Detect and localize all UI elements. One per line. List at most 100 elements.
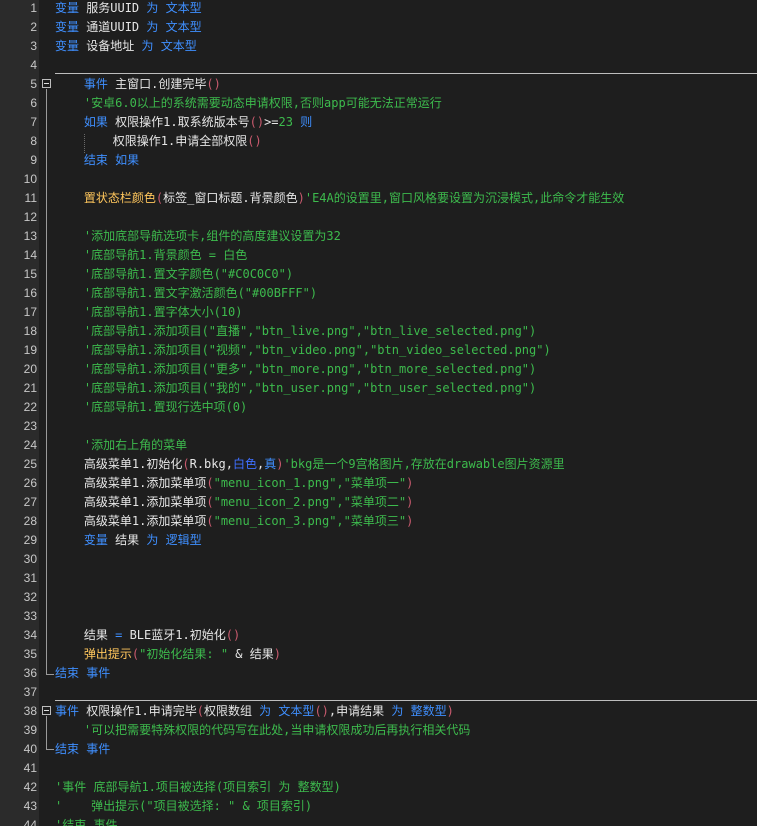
- code-token: '事件 底部导航1.项目被选择(项目索引 为 整数型): [55, 780, 341, 794]
- fold-toggle-icon[interactable]: [42, 79, 51, 88]
- code-token: '底部导航1.背景颜色 = 白色: [83, 248, 248, 262]
- code-line[interactable]: 26 高级菜单1.添加菜单项("menu_icon_1.png","菜单项一"): [0, 474, 757, 493]
- line-number: 18: [23, 324, 37, 338]
- code-line[interactable]: 32: [0, 588, 757, 607]
- code-line[interactable]: 43 ' 弹出提示("项目被选择: " & 项目索引): [0, 797, 757, 816]
- code-line[interactable]: 13 '添加底部导航选项卡,组件的高度建议设置为32: [0, 227, 757, 246]
- code-token: 高级菜单1.添加菜单项: [55, 495, 207, 509]
- code-line[interactable]: 29 变量 结果 为 逻辑型: [0, 531, 757, 550]
- code-line[interactable]: 9 结束 如果: [0, 151, 757, 170]
- code-line[interactable]: 16 '底部导航1.置文字激活颜色("#00BFFF"): [0, 284, 757, 303]
- code-line[interactable]: 21 '底部导航1.添加项目("我的","btn_user.png","btn_…: [0, 379, 757, 398]
- code-token: 为: [146, 1, 159, 15]
- code-text: 权限操作1.申请全部权限(): [55, 132, 262, 151]
- code-line[interactable]: 34 结果 = BLE蓝牙1.初始化(): [0, 626, 757, 645]
- code-token: '可以把需要特殊权限的代码写在此处,当申请权限成功后再执行相关代码: [83, 723, 471, 737]
- line-number: 33: [23, 609, 37, 623]
- code-line[interactable]: 38 事件 权限操作1.申请完毕(权限数组 为 文本型(),申请结果 为 整数型): [0, 702, 757, 721]
- code-text: 高级菜单1.添加菜单项("menu_icon_3.png","菜单项三"): [55, 512, 413, 531]
- code-token: 权限数组: [203, 704, 260, 718]
- fold-end-marker: [46, 674, 54, 675]
- code-line[interactable]: 18 '底部导航1.添加项目("直播","btn_live.png","btn_…: [0, 322, 757, 341]
- code-token: 变量: [55, 20, 80, 34]
- code-line[interactable]: 6 '安卓6.0以上的系统需要动态申请权限,否则app可能无法正常运行: [0, 94, 757, 113]
- code-text: 如果 权限操作1.取系统版本号()>=23 则: [55, 113, 312, 132]
- code-text: '底部导航1.背景颜色 = 白色: [55, 246, 247, 265]
- line-number: 5: [30, 77, 37, 91]
- code-token: (: [182, 457, 190, 471]
- code-token: 'E4A的设置里,窗口风格要设置为沉浸模式,此命令才能生效: [304, 191, 625, 205]
- code-text: '安卓6.0以上的系统需要动态申请权限,否则app可能无法正常运行: [55, 94, 442, 113]
- code-token: '底部导航1.添加项目("更多","btn_more.png","btn_mor…: [83, 362, 537, 376]
- code-line[interactable]: 33: [0, 607, 757, 626]
- code-token: (: [206, 495, 214, 509]
- code-token: '底部导航1.添加项目("视频","btn_video.png","btn_vi…: [83, 343, 551, 357]
- line-number: 41: [23, 761, 37, 775]
- code-line[interactable]: 30: [0, 550, 757, 569]
- line-number: 32: [23, 590, 37, 604]
- line-number: 14: [23, 248, 37, 262]
- code-line[interactable]: 11 置状态栏颜色(标签_窗口标题.背景颜色)'E4A的设置里,窗口风格要设置为…: [0, 189, 757, 208]
- code-line[interactable]: 44 '结束 事件: [0, 816, 757, 826]
- code-line[interactable]: 42 '事件 底部导航1.项目被选择(项目索引 为 整数型): [0, 778, 757, 797]
- code-token: '添加底部导航选项卡,组件的高度建议设置为32: [83, 229, 341, 243]
- code-line[interactable]: 40 结束 事件: [0, 740, 757, 759]
- line-number: 4: [30, 58, 37, 72]
- code-token: 为: [391, 704, 404, 718]
- line-number: 8: [30, 134, 37, 148]
- code-line[interactable]: 24 '添加右上角的菜单: [0, 436, 757, 455]
- code-line[interactable]: 20 '底部导航1.添加项目("更多","btn_more.png","btn_…: [0, 360, 757, 379]
- code-token: '底部导航1.置文字颜色("#C0C0C0"): [83, 267, 294, 281]
- code-text: '底部导航1.置现行选中项(0): [55, 398, 247, 417]
- code-line[interactable]: 10: [0, 170, 757, 189]
- code-text: 弹出提示("初始化结果: " & 结果): [55, 645, 281, 664]
- code-line[interactable]: 35 弹出提示("初始化结果: " & 结果): [0, 645, 757, 664]
- code-line[interactable]: 17 '底部导航1.置字体大小(10): [0, 303, 757, 322]
- code-token: 主窗口.创建完毕: [107, 77, 207, 91]
- code-token: 结束 事件: [55, 742, 111, 756]
- code-line[interactable]: 14 '底部导航1.背景颜色 = 白色: [0, 246, 757, 265]
- line-number: 30: [23, 552, 37, 566]
- code-line[interactable]: 1 变量 服务UUID 为 文本型: [0, 0, 757, 18]
- code-line[interactable]: 22 '底部导航1.置现行选中项(0): [0, 398, 757, 417]
- code-text: '底部导航1.置字体大小(10): [55, 303, 243, 322]
- fold-toggle-icon[interactable]: [42, 706, 51, 715]
- code-editor[interactable]: 1 变量 服务UUID 为 文本型 2 变量 通道UUID 为 文本型 3 变量 设备地址…: [0, 0, 757, 826]
- code-line[interactable]: 12: [0, 208, 757, 227]
- code-token: 文本型: [278, 704, 315, 718]
- code-line[interactable]: 25 高级菜单1.初始化(R.bkg,白色,真)'bkg是一个9宫格图片,存放在…: [0, 455, 757, 474]
- code-line[interactable]: 19 '底部导航1.添加项目("视频","btn_video.png","btn…: [0, 341, 757, 360]
- code-line[interactable]: 41: [0, 759, 757, 778]
- code-line[interactable]: 39 '可以把需要特殊权限的代码写在此处,当申请权限成功后再执行相关代码: [0, 721, 757, 740]
- code-line[interactable]: 5 事件 主窗口.创建完毕(): [0, 75, 757, 94]
- code-token: (): [225, 628, 241, 642]
- code-token: >=: [264, 115, 279, 129]
- code-line[interactable]: 2 变量 通道UUID 为 文本型: [0, 18, 757, 37]
- line-number: 20: [23, 362, 37, 376]
- code-token: 文本型: [165, 20, 202, 34]
- code-line[interactable]: 27 高级菜单1.添加菜单项("menu_icon_2.png","菜单项二"): [0, 493, 757, 512]
- code-line[interactable]: 8 权限操作1.申请全部权限(): [0, 132, 757, 151]
- code-line[interactable]: 15 '底部导航1.置文字颜色("#C0C0C0"): [0, 265, 757, 284]
- code-line[interactable]: 31: [0, 569, 757, 588]
- code-token: 结束 事件: [55, 666, 111, 680]
- code-line[interactable]: 3 变量 设备地址 为 文本型: [0, 37, 757, 56]
- code-line[interactable]: 36 结束 事件: [0, 664, 757, 683]
- code-token: 高级菜单1.添加菜单项: [55, 514, 207, 528]
- code-line[interactable]: 28 高级菜单1.添加菜单项("menu_icon_3.png","菜单项三"): [0, 512, 757, 531]
- line-number: 6: [30, 96, 37, 110]
- code-line[interactable]: 23: [0, 417, 757, 436]
- line-number: 35: [23, 647, 37, 661]
- code-token: BLE蓝牙1.初始化: [122, 628, 226, 642]
- code-line[interactable]: 7 如果 权限操作1.取系统版本号()>=23 则: [0, 113, 757, 132]
- code-text: 变量 结果 为 逻辑型: [55, 531, 202, 550]
- code-token: ,申请结果: [328, 704, 392, 718]
- code-text: 结束 事件: [55, 664, 110, 683]
